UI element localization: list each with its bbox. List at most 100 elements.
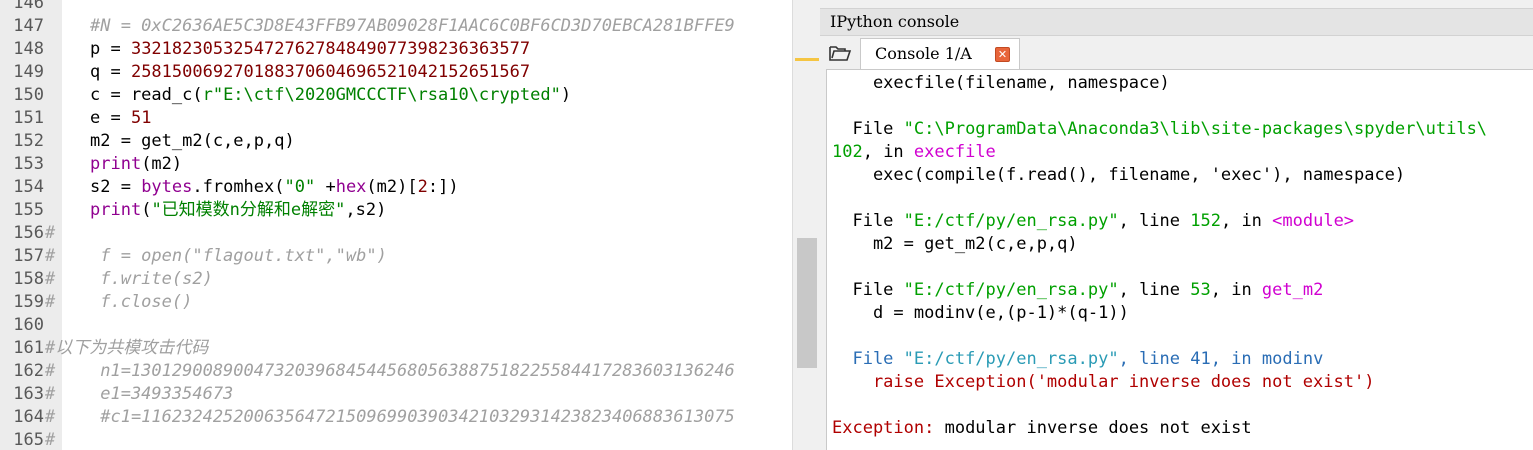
line-number: 162 [13,361,44,381]
console-token: , line [1118,211,1191,231]
console-tab-bar: Console 1/A ✕ [820,37,1533,71]
code-text: print(m2) [90,153,182,176]
code-editor[interactable]: 146 147 #N = 0xC2636AE5C3D8E43FFB97AB09028… [0,0,792,450]
console-token: , line [1118,280,1191,300]
line-number: 164 [13,407,44,427]
code-token: n1=1301290089004732039684544568056388751… [90,361,735,381]
console-token: , line 41, in [1118,349,1262,369]
code-line: 146 [0,0,792,15]
console-token: 152 [1190,211,1221,231]
code-text: s2 = bytes.fromhex("0" +hex(m2)[2:]) [90,176,459,199]
code-text: n1=1301290089004732039684544568056388751… [90,360,735,383]
console-token: raise Exception('modular inverse does no… [832,372,1375,392]
console-token: "E:/ctf/py/en_rsa.py" [903,211,1119,231]
console-output[interactable]: execfile(filename, namespace) File "C:\P… [826,69,1533,450]
console-token: , in [1210,280,1262,300]
console-token: 102 [832,142,863,162]
line-number: 157 [13,246,44,266]
close-icon[interactable]: ✕ [995,47,1010,62]
code-text: e1=3493354673 [90,383,233,406]
code-token: c = read_c( [90,85,203,105]
code-line: 152 m2 = get_m2(c,e,p,q) [0,130,792,153]
console-token: "E:/ctf/py/en_rsa.py" [903,280,1119,300]
line-number: 158 [13,269,44,289]
code-token: :]) [427,177,459,197]
console-line: exec(compile(f.read(), filename, 'exec')… [832,164,1405,187]
code-line: 160 [0,314,792,337]
code-line: 162 # n1=13012900890047320396845445680563… [0,360,792,383]
ipython-console-pane: IPython console Console 1/A ✕ execfile(f… [820,0,1533,450]
code-token: 33218230532547276278484907739823636357​7 [130,39,531,59]
console-line: File "C:\ProgramData\Anaconda3\lib\site-… [832,118,1487,141]
comment-marker: # [45,430,56,450]
console-token: modinv [1261,349,1324,369]
tab-label: Console 1/A [875,44,972,63]
code-text: e = 51 [90,107,151,130]
code-token: e1=3493354673 [90,384,234,404]
code-line: 148 p = 332182305325472762784849077398236… [0,38,792,61]
console-line: 102, in execfile [832,141,996,164]
console-line: raise Exception('modular inverse does no… [832,371,1375,394]
code-token: q = [90,62,131,82]
comment-marker: # [45,292,56,312]
console-line: d = modinv(e,(p-1)*(q-1)) [832,302,1129,325]
code-token: #c1=116232425200635647215096990390342103… [90,407,735,427]
code-token: + [315,177,336,197]
comment-marker: # [45,246,56,266]
editor-scrollbar[interactable] [792,0,820,450]
comment-marker: # [45,384,56,404]
folder-icon[interactable] [828,43,852,63]
console-line: Exception: modular inverse does not exis… [832,417,1252,440]
code-token: m2 = get_m2(c,e,p,q) [90,131,295,151]
line-number: 161 [13,338,44,358]
console-token: , in [862,142,914,162]
line-number: 165 [13,430,44,450]
code-line: 157 # f = open("flagout.txt","wb") [0,245,792,268]
code-text: c = read_c(r"E:\ctf\2020GMCCCTF\rsa10\cr… [90,84,571,107]
code-token: f.close() [90,292,193,312]
line-number: 155 [13,200,44,220]
code-text: #c1=116232425200635647215096990390342103… [90,406,735,429]
console-token: execfile(filename, namespace) [832,73,1170,93]
console-line: File "E:/ctf/py/en_rsa.py", line 41, in … [832,348,1323,371]
code-line: 154 s2 = bytes.fromhex("0" +hex(m2)[2:]) [0,176,792,199]
code-line: 150 c = read_c(r"E:\ctf\2020GMCCCTF\rsa10… [0,84,792,107]
tab-console-1a[interactable]: Console 1/A ✕ [860,38,1020,71]
code-line: 149 q = 258150069270188370604696521042152… [0,61,792,84]
code-token: (m2)[ [366,177,418,197]
code-line: 163 # e1=3493354673 [0,383,792,406]
code-token: r"E:\ctf\2020GMCCCTF\rsa10\crypted" [202,85,561,105]
line-number: 159 [13,292,44,312]
console-token: <module> [1272,211,1355,231]
code-line: 151 e = 51 [0,107,792,130]
console-token: 53 [1190,280,1211,300]
code-token: print [90,154,142,174]
scrollbar-thumb[interactable] [797,238,817,368]
console-token: File [832,119,904,139]
line-number: 160 [13,315,44,335]
code-text: f = open("flagout.txt","wb") [90,245,387,268]
console-token: , in [1220,211,1273,231]
code-line: 164 # #c1=1162324252006356472150969903903… [0,406,792,429]
code-token: ( [141,200,152,220]
code-text: p = 332182305325472762784849077398236363… [90,38,530,61]
code-text: f.write(s2) [90,268,213,291]
code-token: f.write(s2) [90,269,213,289]
code-line: 165 # [0,429,792,450]
line-number: 156 [13,223,44,243]
line-number: 150 [13,85,44,105]
code-line: 158 # f.write(s2) [0,268,792,291]
code-line: 153 print(m2) [0,153,792,176]
console-token: m2 = get_m2(c,e,p,q) [832,234,1078,254]
pane-title: IPython console [820,8,1533,36]
code-token: .fromhex( [192,177,285,197]
code-line: 161 #以下为共模攻击代码 [0,337,792,360]
line-number: 149 [13,62,44,82]
scrollbar-marker [795,58,819,61]
code-token: (m2) [141,154,183,174]
line-number: 154 [13,177,44,197]
console-token: execfile [913,142,996,162]
comment-marker: # [45,269,56,289]
console-line: execfile(filename, namespace) [832,72,1170,95]
line-number: 163 [13,384,44,404]
